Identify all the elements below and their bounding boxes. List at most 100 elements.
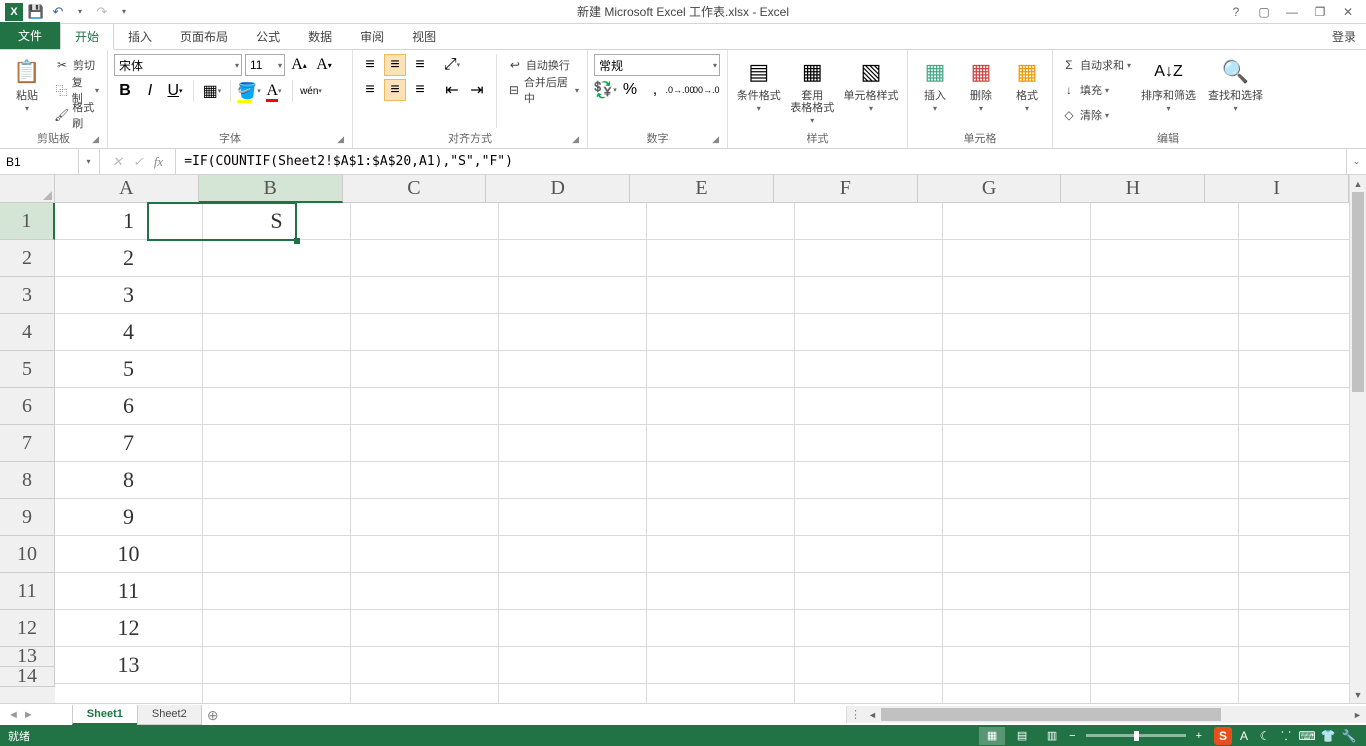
cell-B13[interactable] (203, 647, 351, 684)
cell-A3[interactable]: 3 (55, 277, 203, 314)
decrease-font-icon[interactable]: A▾ (313, 54, 335, 76)
qat-customize-icon[interactable]: ▾ (114, 2, 134, 22)
cell-I1[interactable] (1239, 203, 1349, 240)
cell-E11[interactable] (647, 573, 795, 610)
cell-A11[interactable]: 11 (55, 573, 203, 610)
cell-G1[interactable] (943, 203, 1091, 240)
sogou-ime-icon[interactable]: S (1214, 727, 1232, 745)
cell-I2[interactable] (1239, 240, 1349, 277)
cell-H11[interactable] (1091, 573, 1239, 610)
sort-filter-button[interactable]: A↓Z排序和筛选▾ (1137, 54, 1200, 115)
scroll-down-icon[interactable]: ▼ (1350, 686, 1366, 703)
select-all-corner[interactable] (0, 175, 55, 203)
cell-B14[interactable] (203, 684, 351, 703)
cell-A14[interactable] (55, 684, 203, 703)
cell-D13[interactable] (499, 647, 647, 684)
cell-G13[interactable] (943, 647, 1091, 684)
cell-G9[interactable] (943, 499, 1091, 536)
decrease-indent-icon[interactable]: ⇤ (441, 79, 463, 101)
tab-data[interactable]: 数据 (294, 24, 346, 49)
cell-F10[interactable] (795, 536, 943, 573)
cell-H8[interactable] (1091, 462, 1239, 499)
cell-C11[interactable] (351, 573, 499, 610)
vertical-scrollbar[interactable]: ▲ ▼ (1349, 175, 1366, 703)
font-name-combo[interactable]: 宋体▾ (114, 54, 242, 76)
cell-H4[interactable] (1091, 314, 1239, 351)
table-format-button[interactable]: ▦套用 表格格式▾ (788, 54, 838, 127)
cell-A1[interactable]: 1 (55, 203, 203, 240)
signin-button[interactable]: 登录 (1322, 24, 1366, 49)
decrease-decimal-icon[interactable]: .00→.0 (694, 79, 716, 101)
wrap-text-button[interactable]: ↩自动换行 (505, 54, 581, 76)
cell-I8[interactable] (1239, 462, 1349, 499)
tab-layout[interactable]: 页面布局 (166, 24, 242, 49)
cell-F11[interactable] (795, 573, 943, 610)
number-format-combo[interactable]: 常规▾ (594, 54, 720, 76)
tab-home[interactable]: 开始 (60, 23, 114, 50)
cell-B4[interactable] (203, 314, 351, 351)
cell-C12[interactable] (351, 610, 499, 647)
tray-a-icon[interactable]: A (1235, 727, 1253, 745)
row-header-10[interactable]: 10 (0, 536, 55, 573)
cell-G11[interactable] (943, 573, 1091, 610)
underline-icon[interactable]: U▾ (164, 80, 186, 102)
cell-H6[interactable] (1091, 388, 1239, 425)
tab-file[interactable]: 文件 (0, 22, 60, 49)
find-select-button[interactable]: 🔍查找和选择▾ (1204, 54, 1267, 115)
cell-I12[interactable] (1239, 610, 1349, 647)
enter-formula-icon[interactable]: ✓ (133, 154, 144, 170)
cell-G2[interactable] (943, 240, 1091, 277)
cell-C13[interactable] (351, 647, 499, 684)
cell-G12[interactable] (943, 610, 1091, 647)
cell-E8[interactable] (647, 462, 795, 499)
cell-H14[interactable] (1091, 684, 1239, 703)
cut-button[interactable]: ✂剪切 (52, 54, 101, 76)
cell-F8[interactable] (795, 462, 943, 499)
cell-D10[interactable] (499, 536, 647, 573)
cell-A5[interactable]: 5 (55, 351, 203, 388)
percent-icon[interactable]: % (619, 79, 641, 101)
cell-I5[interactable] (1239, 351, 1349, 388)
help-icon[interactable]: ? (1224, 3, 1248, 21)
name-box-dropdown-icon[interactable]: ▾ (78, 149, 98, 174)
cell-E12[interactable] (647, 610, 795, 647)
column-header-F[interactable]: F (774, 175, 918, 203)
scroll-right-icon[interactable]: ► (1349, 710, 1366, 720)
page-break-view-icon[interactable]: ▥ (1039, 727, 1065, 745)
cell-D4[interactable] (499, 314, 647, 351)
sheet-tab-2[interactable]: Sheet2 (137, 705, 202, 725)
column-header-C[interactable]: C (343, 175, 487, 203)
restore-icon[interactable]: ❐ (1308, 3, 1332, 21)
align-dialog-icon[interactable]: ◢ (572, 134, 579, 145)
orientation-icon[interactable]: ⤢▾ (441, 54, 463, 76)
cell-B3[interactable] (203, 277, 351, 314)
close-icon[interactable]: ✕ (1336, 3, 1360, 21)
redo-icon[interactable]: ↷ (92, 2, 112, 22)
cell-F9[interactable] (795, 499, 943, 536)
cell-I11[interactable] (1239, 573, 1349, 610)
cell-I6[interactable] (1239, 388, 1349, 425)
align-left-icon[interactable]: ≡ (359, 79, 381, 101)
cell-B2[interactable] (203, 240, 351, 277)
cell-G4[interactable] (943, 314, 1091, 351)
cell-F2[interactable] (795, 240, 943, 277)
cell-D5[interactable] (499, 351, 647, 388)
cell-A10[interactable]: 10 (55, 536, 203, 573)
row-header-13[interactable]: 13 (0, 647, 55, 667)
row-header-9[interactable]: 9 (0, 499, 55, 536)
paste-button[interactable]: 📋 粘贴 ▾ (6, 54, 48, 115)
cell-C2[interactable] (351, 240, 499, 277)
hscroll-thumb[interactable] (881, 708, 1221, 721)
cell-D2[interactable] (499, 240, 647, 277)
fill-color-icon[interactable]: 🪣▾ (238, 80, 260, 102)
normal-view-icon[interactable]: ▦ (979, 727, 1005, 745)
cell-A6[interactable]: 6 (55, 388, 203, 425)
cell-G8[interactable] (943, 462, 1091, 499)
column-header-H[interactable]: H (1061, 175, 1205, 203)
cell-H9[interactable] (1091, 499, 1239, 536)
cell-C1[interactable] (351, 203, 499, 240)
cell-D6[interactable] (499, 388, 647, 425)
cell-B12[interactable] (203, 610, 351, 647)
row-header-11[interactable]: 11 (0, 573, 55, 610)
formula-input[interactable] (176, 149, 1346, 174)
